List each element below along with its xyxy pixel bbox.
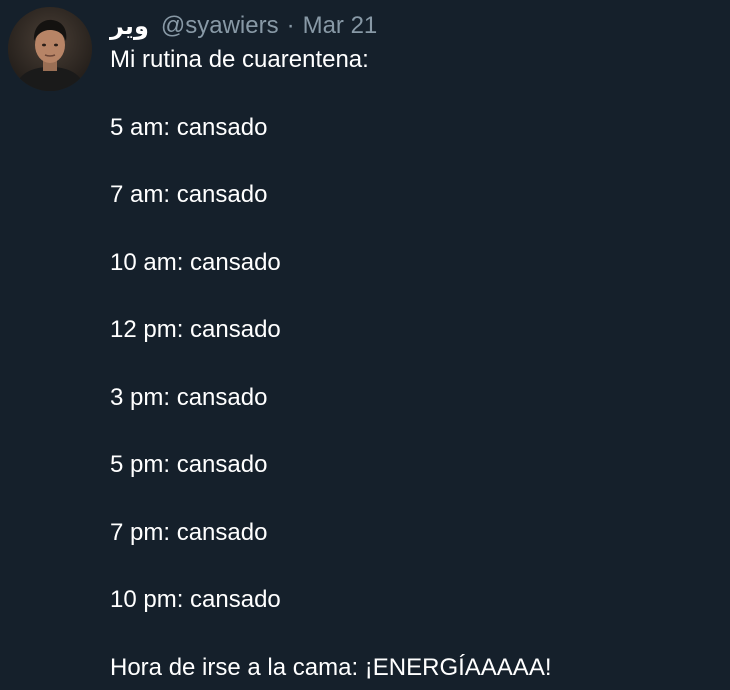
- tweet-line: 10 pm: cansado: [110, 586, 281, 613]
- tweet-header: ویر @syawiers · Mar 21: [110, 9, 377, 43]
- author-display-name[interactable]: ویر: [110, 12, 149, 40]
- separator-dot: ·: [286, 12, 295, 39]
- tweet-line: 5 pm: cansado: [110, 451, 268, 478]
- author-handle[interactable]: @syawiers: [161, 12, 279, 40]
- tweet-line: Hora de irse a la cama: ¡ENERGÍAAAAA!: [110, 653, 552, 681]
- avatar[interactable]: [8, 7, 92, 91]
- tweet-line: Mi rutina de cuarentena:: [110, 46, 369, 73]
- tweet-line: 12 pm: cansado: [110, 316, 281, 343]
- tweet-line: 5 am: cansado: [110, 113, 268, 141]
- tweet-line: 7 am: cansado: [110, 181, 268, 208]
- tweet: ویر @syawiers · Mar 21 Mi rutina de cuar…: [0, 0, 730, 690]
- tweet-date[interactable]: Mar 21: [303, 12, 378, 40]
- tweet-line: 10 am: cansado: [110, 248, 281, 276]
- tweet-text: Mi rutina de cuarentena: 5 am: cansado 7…: [110, 44, 710, 684]
- user-avatar-icon: [8, 7, 92, 91]
- tweet-line: 7 pm: cansado: [110, 518, 268, 546]
- tweet-line: 3 pm: cansado: [110, 383, 268, 411]
